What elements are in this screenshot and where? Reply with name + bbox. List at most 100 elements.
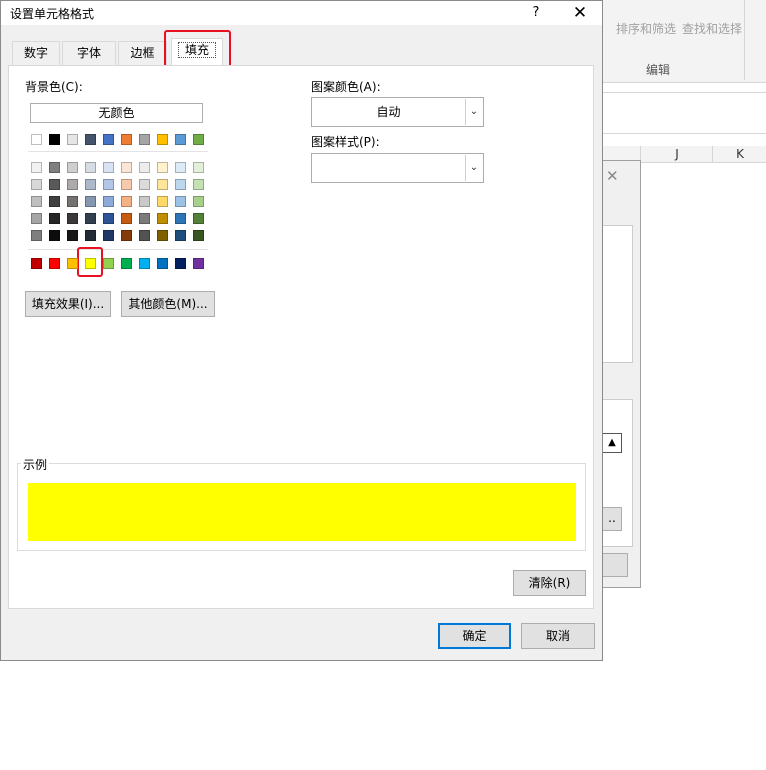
- standard-color-swatch[interactable]: [139, 258, 150, 269]
- tint-color-swatch[interactable]: [67, 230, 78, 241]
- tint-color-swatch[interactable]: [31, 196, 42, 207]
- standard-color-swatch[interactable]: [157, 258, 168, 269]
- tint-color-swatch[interactable]: [121, 162, 132, 173]
- tint-color-swatch[interactable]: [85, 162, 96, 173]
- tint-color-swatch[interactable]: [49, 230, 60, 241]
- tint-color-swatch[interactable]: [121, 179, 132, 190]
- tint-color-swatch[interactable]: [139, 162, 150, 173]
- no-color-button[interactable]: 无颜色: [30, 103, 203, 123]
- standard-color-swatch[interactable]: [31, 258, 42, 269]
- tint-color-swatch[interactable]: [175, 230, 186, 241]
- fill-effects-button[interactable]: 填充效果(I)...: [25, 291, 111, 317]
- theme-color-swatch[interactable]: [31, 134, 42, 145]
- standard-color-swatch[interactable]: [121, 258, 132, 269]
- tab-number[interactable]: 数字: [12, 41, 60, 65]
- tint-color-swatch[interactable]: [31, 230, 42, 241]
- tint-color-swatch[interactable]: [121, 196, 132, 207]
- tint-color-swatch[interactable]: [103, 179, 114, 190]
- tint-color-swatch[interactable]: [175, 162, 186, 173]
- theme-color-swatch[interactable]: [175, 134, 186, 145]
- tint-color-swatch[interactable]: [157, 162, 168, 173]
- clear-button[interactable]: 清除(R): [513, 570, 586, 596]
- standard-color-swatch[interactable]: [85, 258, 96, 269]
- ok-button[interactable]: 确定: [438, 623, 511, 649]
- tint-color-swatch[interactable]: [139, 230, 150, 241]
- excel-ribbon-background: 排序和筛选 查找和选择 编辑: [602, 0, 766, 83]
- tint-color-swatch[interactable]: [193, 179, 204, 190]
- theme-color-swatch[interactable]: [121, 134, 132, 145]
- tint-color-swatch[interactable]: [157, 179, 168, 190]
- tint-color-swatch[interactable]: [85, 196, 96, 207]
- pattern-style-select[interactable]: ⌄: [311, 153, 484, 183]
- tint-color-swatch[interactable]: [157, 196, 168, 207]
- theme-color-swatch[interactable]: [49, 134, 60, 145]
- tint-color-swatch[interactable]: [67, 213, 78, 224]
- tint-color-swatch[interactable]: [193, 196, 204, 207]
- column-header-k[interactable]: K: [712, 146, 766, 162]
- tint-color-swatch[interactable]: [103, 213, 114, 224]
- tint-color-swatch[interactable]: [85, 179, 96, 190]
- background-browse-button[interactable]: ..: [602, 507, 622, 531]
- tint-color-swatch[interactable]: [103, 230, 114, 241]
- standard-color-swatch[interactable]: [193, 258, 204, 269]
- pattern-style-value: [312, 154, 465, 182]
- standard-color-swatch[interactable]: [67, 258, 78, 269]
- close-icon: ✕: [606, 167, 619, 185]
- chevron-down-icon[interactable]: ⌄: [465, 155, 482, 181]
- tint-color-swatch[interactable]: [103, 196, 114, 207]
- tint-color-swatch[interactable]: [175, 179, 186, 190]
- tint-color-swatch[interactable]: [85, 230, 96, 241]
- tint-color-swatch[interactable]: [49, 162, 60, 173]
- tint-color-swatch[interactable]: [31, 213, 42, 224]
- chevron-down-icon[interactable]: ⌄: [465, 99, 482, 125]
- standard-color-swatch[interactable]: [103, 258, 114, 269]
- title-bar: 设置单元格格式 ? ✕: [1, 1, 602, 25]
- tint-color-swatch[interactable]: [139, 213, 150, 224]
- tint-color-swatch[interactable]: [139, 196, 150, 207]
- theme-color-swatch[interactable]: [103, 134, 114, 145]
- background-button[interactable]: [602, 553, 628, 577]
- tab-border[interactable]: 边框: [118, 41, 167, 65]
- tint-color-swatch[interactable]: [175, 196, 186, 207]
- tint-color-swatch[interactable]: [175, 213, 186, 224]
- collapse-button[interactable]: ▲: [602, 433, 622, 453]
- tint-color-swatch[interactable]: [157, 230, 168, 241]
- tint-color-swatch[interactable]: [193, 213, 204, 224]
- theme-color-swatch[interactable]: [193, 134, 204, 145]
- tint-color-swatch[interactable]: [31, 179, 42, 190]
- theme-color-swatch[interactable]: [157, 134, 168, 145]
- tint-color-swatch[interactable]: [121, 230, 132, 241]
- standard-color-swatch[interactable]: [49, 258, 60, 269]
- tint-color-swatch[interactable]: [139, 179, 150, 190]
- tint-color-swatch[interactable]: [85, 213, 96, 224]
- tint-color-swatch[interactable]: [67, 179, 78, 190]
- cancel-button[interactable]: 取消: [521, 623, 595, 649]
- background-list: [602, 225, 633, 363]
- tint-color-swatch[interactable]: [193, 230, 204, 241]
- tab-font[interactable]: 字体: [62, 41, 116, 65]
- background-color-label: 背景色(C):: [25, 80, 83, 94]
- theme-color-swatch[interactable]: [67, 134, 78, 145]
- tint-color-swatch[interactable]: [67, 162, 78, 173]
- column-header-j[interactable]: J: [640, 146, 713, 162]
- tint-color-swatch[interactable]: [121, 213, 132, 224]
- tint-color-swatch[interactable]: [193, 162, 204, 173]
- standard-color-swatch[interactable]: [175, 258, 186, 269]
- tint-color-swatch[interactable]: [67, 196, 78, 207]
- theme-color-swatch[interactable]: [85, 134, 96, 145]
- tint-color-swatch[interactable]: [49, 179, 60, 190]
- tint-color-swatch[interactable]: [157, 213, 168, 224]
- pattern-color-select[interactable]: 自动 ⌄: [311, 97, 484, 127]
- close-button[interactable]: ✕: [567, 2, 593, 24]
- more-colors-button[interactable]: 其他颜色(M)...: [121, 291, 215, 317]
- find-select-label[interactable]: 查找和选择: [682, 20, 742, 37]
- tint-color-swatch[interactable]: [49, 213, 60, 224]
- tint-color-swatch[interactable]: [49, 196, 60, 207]
- palette-separator: [28, 151, 208, 152]
- help-button[interactable]: ?: [525, 3, 547, 23]
- formula-bar-background: [602, 92, 766, 134]
- theme-color-swatch[interactable]: [139, 134, 150, 145]
- sort-filter-label[interactable]: 排序和筛选: [616, 20, 676, 37]
- tint-color-swatch[interactable]: [103, 162, 114, 173]
- tint-color-swatch[interactable]: [31, 162, 42, 173]
